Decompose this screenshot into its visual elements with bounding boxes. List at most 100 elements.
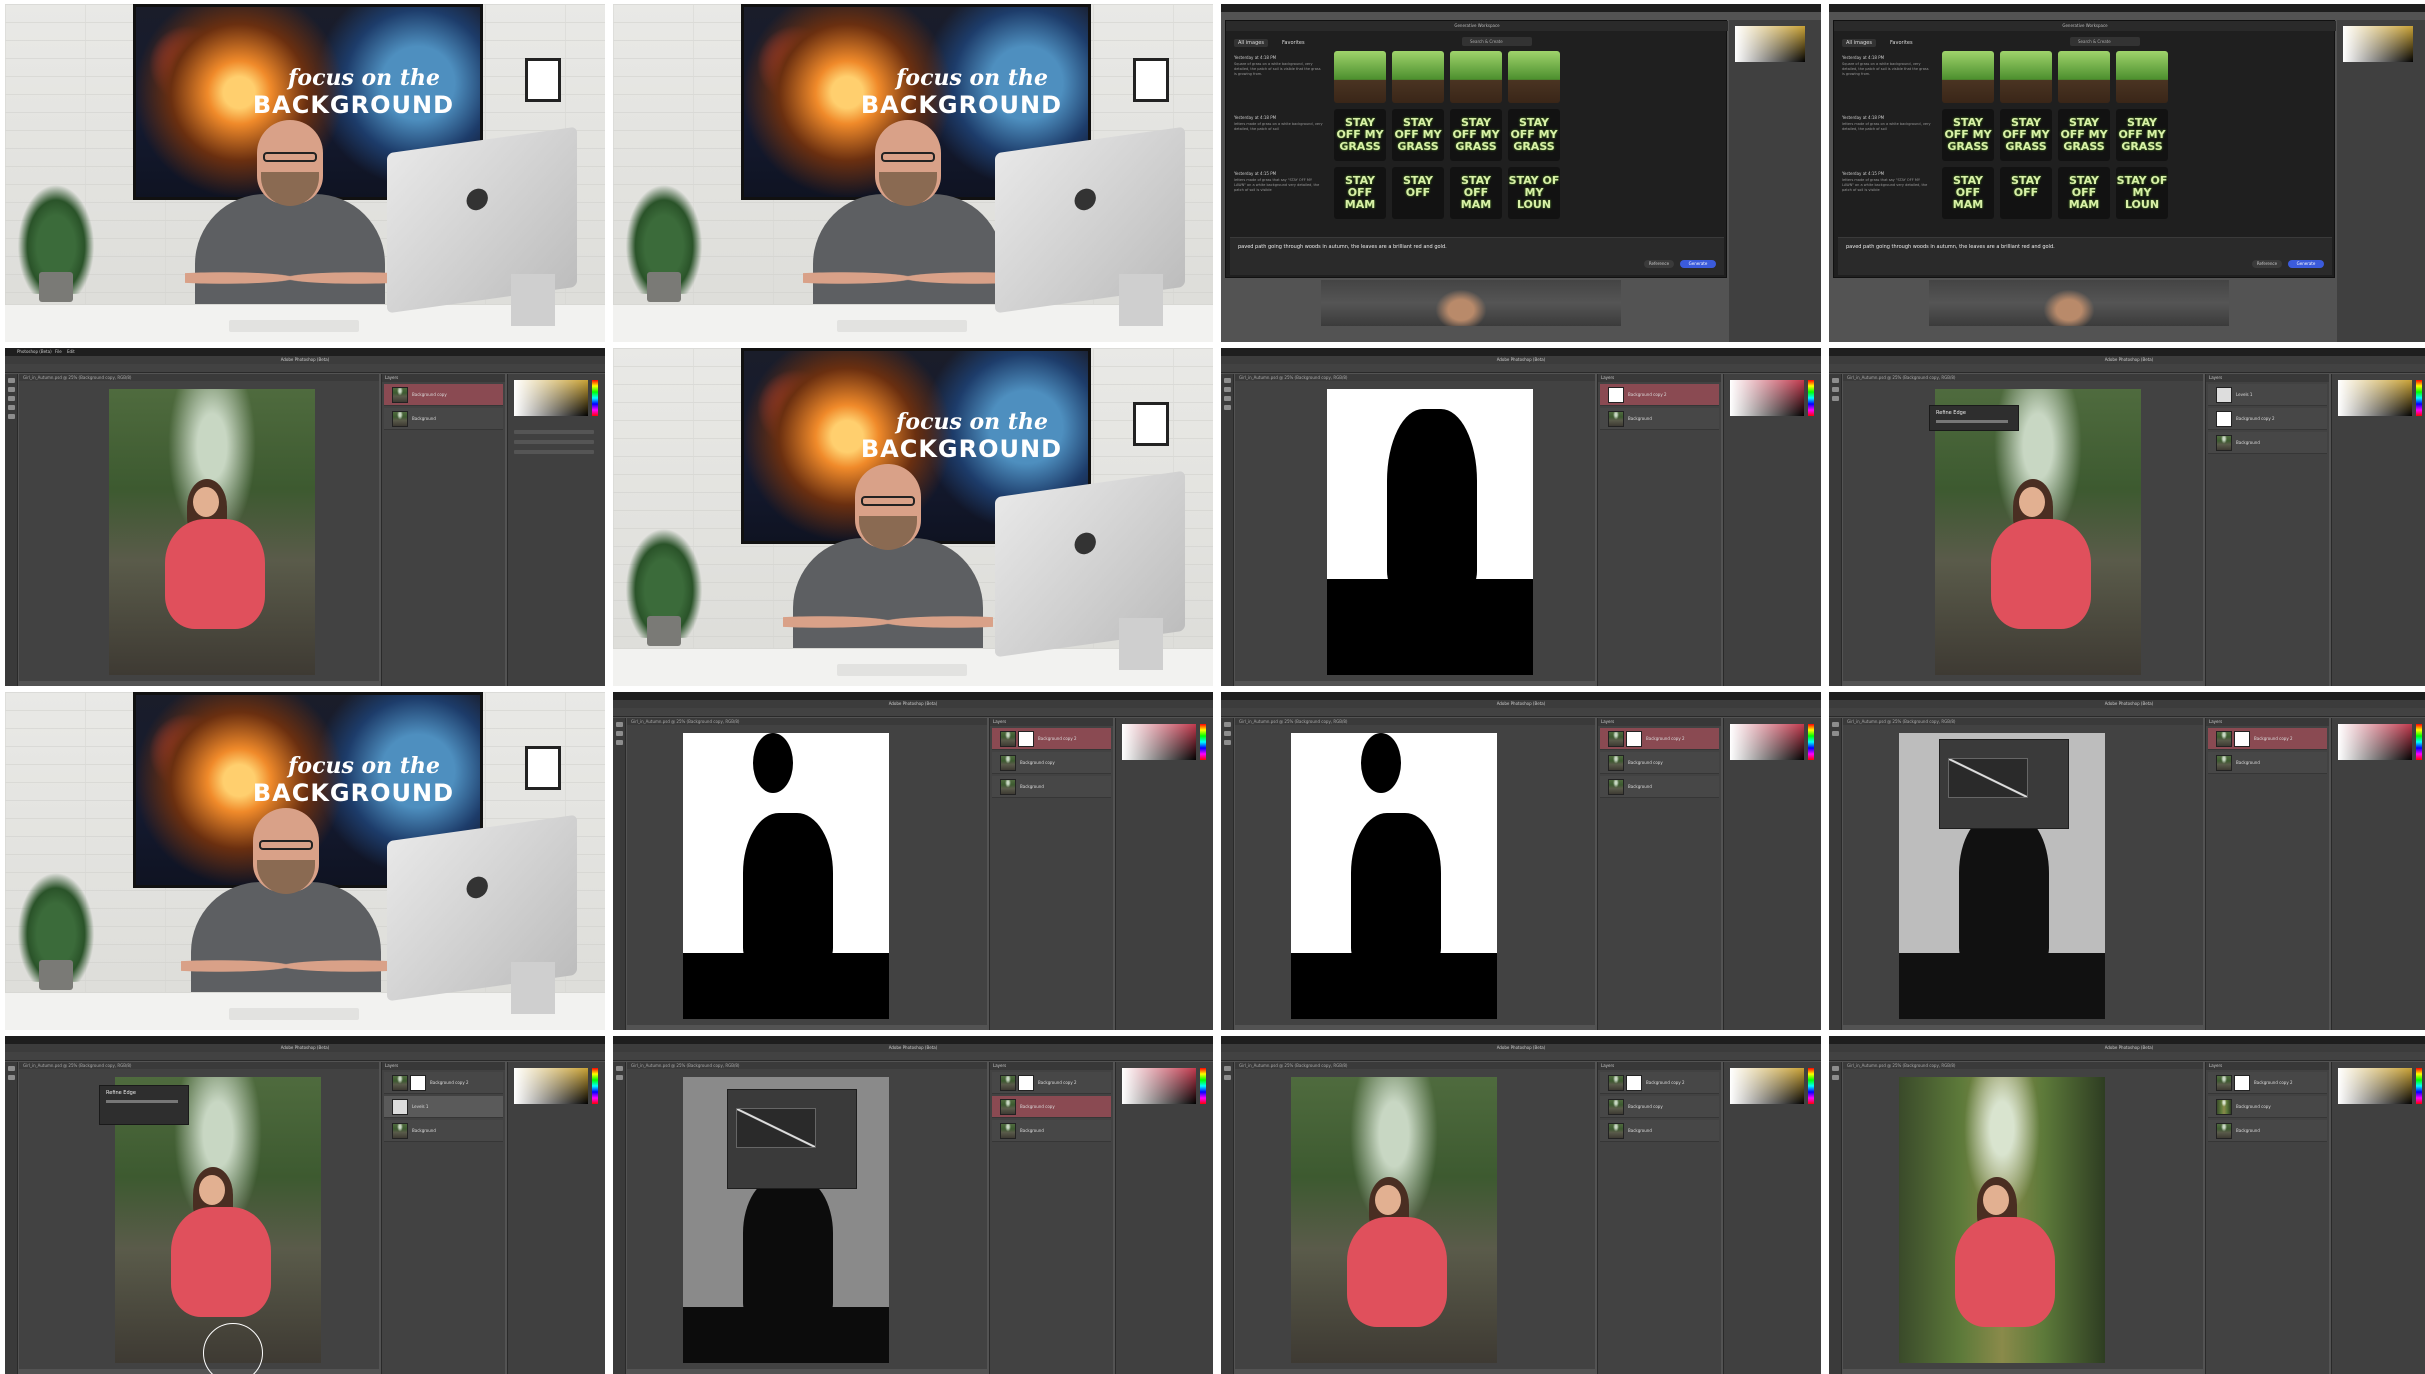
marquee-tool-icon[interactable] bbox=[7, 387, 15, 392]
sign-image[interactable]: STAY OFF MY GRASS bbox=[1450, 109, 1502, 161]
reference-button[interactable]: Reference bbox=[1644, 260, 1674, 268]
layer-row[interactable]: Background copy 2 bbox=[1600, 384, 1719, 406]
canvas-area[interactable] bbox=[1235, 1069, 1595, 1369]
frame-studio-1[interactable]: focus on the BACKGROUND ● bbox=[5, 4, 605, 342]
grass-image[interactable] bbox=[2116, 51, 2168, 103]
color-picker[interactable] bbox=[1122, 724, 1196, 760]
levels-dialog[interactable] bbox=[727, 1089, 857, 1189]
tab-all-images[interactable]: All images bbox=[1234, 39, 1268, 47]
sign-image[interactable]: STAY OFF MY GRASS bbox=[1508, 109, 1560, 161]
frame-photoshop-curves[interactable]: Adobe Photoshop (Beta) Girl_in_Autumn.ps… bbox=[1829, 692, 2425, 1030]
grass-image[interactable] bbox=[2000, 51, 2052, 103]
eraser-tool-icon[interactable] bbox=[7, 414, 15, 419]
histogram[interactable] bbox=[736, 1108, 816, 1148]
hue-slider[interactable] bbox=[2416, 724, 2422, 760]
tab-favorites[interactable]: Favorites bbox=[1886, 39, 1917, 47]
layer-row[interactable]: Background copy 2 bbox=[992, 728, 1111, 750]
canvas-area[interactable] bbox=[19, 381, 379, 681]
history-entry[interactable]: Yesterday at 4:18 PM letters made of gra… bbox=[1842, 115, 1932, 132]
sign-image[interactable]: STAY OFF MY GRASS bbox=[1334, 109, 1386, 161]
sign-image[interactable]: STAY OFF MY GRASS bbox=[2058, 109, 2110, 161]
layer-row[interactable]: Background copy 2 bbox=[1600, 1072, 1719, 1094]
grass-image[interactable] bbox=[1450, 51, 1502, 103]
layer-row[interactable]: Background bbox=[1600, 776, 1719, 798]
frame-studio-4[interactable]: focus on the BACKGROUND ● bbox=[5, 692, 605, 1030]
color-picker[interactable] bbox=[1735, 26, 1805, 62]
brush-tool-icon[interactable] bbox=[1223, 405, 1231, 410]
layer-row[interactable]: Background bbox=[1600, 1120, 1719, 1142]
frame-generative-workspace-2[interactable]: Generative Workspace All images Favorite… bbox=[1829, 4, 2425, 342]
color-picker[interactable] bbox=[2338, 1068, 2412, 1104]
frame-generative-workspace-1[interactable]: Generative Workspace All images Favorite… bbox=[1221, 4, 1821, 342]
document-tab[interactable]: Girl_in_Autumn.psd @ 25% (Background cop… bbox=[19, 374, 379, 381]
lasso-tool-icon[interactable] bbox=[1223, 396, 1231, 401]
lasso-tool-icon[interactable] bbox=[615, 1075, 623, 1080]
photo-canvas[interactable] bbox=[1291, 1077, 1497, 1363]
lasso-tool-icon[interactable] bbox=[1223, 731, 1231, 736]
move-tool-icon[interactable] bbox=[1223, 722, 1231, 727]
layer-row[interactable]: Background copy 2 bbox=[1600, 728, 1719, 750]
layer-row[interactable]: Background copy bbox=[1600, 752, 1719, 774]
color-picker[interactable] bbox=[1730, 380, 1804, 416]
move-tool-icon[interactable] bbox=[7, 378, 15, 383]
sign-image[interactable]: STAY OFF MY GRASS bbox=[2116, 109, 2168, 161]
frame-photoshop-mask[interactable]: Adobe Photoshop (Beta) Girl_in_Autumn.ps… bbox=[1221, 348, 1821, 686]
brush-tool-icon[interactable] bbox=[615, 740, 623, 745]
color-picker[interactable] bbox=[514, 1068, 588, 1104]
layer-row[interactable]: Background bbox=[1600, 408, 1719, 430]
document-tab[interactable]: Girl_in_Autumn.psd @ 25% (Background cop… bbox=[1235, 1062, 1595, 1069]
lasso-tool-icon[interactable] bbox=[615, 731, 623, 736]
tab-all-images[interactable]: All images bbox=[1842, 39, 1876, 47]
sign-image[interactable]: STAY OFF MY GRASS bbox=[2000, 109, 2052, 161]
move-tool-icon[interactable] bbox=[1223, 1066, 1231, 1071]
layer-row[interactable]: Background copy 2 bbox=[992, 1072, 1111, 1094]
grass-image[interactable] bbox=[1942, 51, 1994, 103]
layer-row[interactable]: Levels 1 bbox=[2208, 384, 2327, 406]
frame-photoshop-brush[interactable]: Adobe Photoshop (Beta) Girl_in_Autumn.ps… bbox=[5, 1036, 605, 1374]
color-picker[interactable] bbox=[2338, 724, 2412, 760]
move-tool-icon[interactable] bbox=[615, 1066, 623, 1071]
grass-image[interactable] bbox=[1392, 51, 1444, 103]
canvas-area[interactable] bbox=[1843, 725, 2203, 1025]
layer-row[interactable]: Background copy 2 bbox=[2208, 1072, 2327, 1094]
move-tool-icon[interactable] bbox=[615, 722, 623, 727]
generate-button[interactable]: Generate bbox=[1680, 260, 1716, 268]
document-tab[interactable]: Girl_in_Autumn.psd @ 25% (Background cop… bbox=[627, 1062, 987, 1069]
canvas-area[interactable] bbox=[1843, 1069, 2203, 1369]
layer-row[interactable]: Background copy bbox=[992, 752, 1111, 774]
layer-row[interactable]: Background bbox=[2208, 752, 2327, 774]
generate-button[interactable]: Generate bbox=[2288, 260, 2324, 268]
lasso-tool-icon[interactable] bbox=[7, 396, 15, 401]
canvas-area[interactable] bbox=[627, 725, 987, 1025]
canvas-area[interactable] bbox=[1235, 381, 1595, 681]
mask-canvas[interactable] bbox=[1291, 733, 1497, 1019]
color-picker[interactable] bbox=[514, 380, 588, 416]
color-picker[interactable] bbox=[2343, 26, 2413, 62]
document-tab[interactable]: Girl_in_Autumn.psd @ 25% (Background cop… bbox=[1843, 718, 2203, 725]
history-entry[interactable]: Yesterday at 4:15 PM letters made of gra… bbox=[1234, 171, 1324, 193]
sign-image[interactable]: STAY OFF bbox=[1392, 167, 1444, 219]
move-tool-icon[interactable] bbox=[1831, 722, 1839, 727]
layer-row[interactable]: Background bbox=[2208, 432, 2327, 454]
frame-photoshop-color[interactable]: Photoshop (Beta) File Edit Adobe Photosh… bbox=[5, 348, 605, 686]
color-picker[interactable] bbox=[1730, 724, 1804, 760]
color-picker[interactable] bbox=[1122, 1068, 1196, 1104]
history-entry[interactable]: Yesterday at 4:15 PM letters made of gra… bbox=[1842, 171, 1932, 193]
sign-image[interactable]: STAY OFF MY GRASS bbox=[1942, 109, 1994, 161]
search-input[interactable]: Search & Create bbox=[1462, 37, 1532, 46]
lasso-tool-icon[interactable] bbox=[1831, 1075, 1839, 1080]
brush-tool-icon[interactable] bbox=[1223, 740, 1231, 745]
layer-row[interactable]: Background bbox=[992, 776, 1111, 798]
curve-graph[interactable] bbox=[1948, 758, 2028, 798]
marquee-tool-icon[interactable] bbox=[1831, 387, 1839, 392]
hue-slider[interactable] bbox=[1808, 724, 1814, 760]
frame-photoshop-tooltip[interactable]: Adobe Photoshop (Beta) Girl_in_Autumn.ps… bbox=[1829, 348, 2425, 686]
layer-row[interactable]: Background copy 2 bbox=[2208, 728, 2327, 750]
document-tab[interactable]: Girl_in_Autumn.psd @ 25% (Background cop… bbox=[19, 1062, 379, 1069]
sign-image[interactable]: STAY OFF bbox=[2000, 167, 2052, 219]
hue-slider[interactable] bbox=[1808, 380, 1814, 416]
document-tab[interactable]: Girl_in_Autumn.psd @ 25% (Background cop… bbox=[1843, 1062, 2203, 1069]
prompt-text[interactable]: paved path going through woods in autumn… bbox=[1846, 244, 2055, 250]
grass-image[interactable] bbox=[1334, 51, 1386, 103]
history-entry[interactable]: Yesterday at 4:18 PM letters made of gra… bbox=[1234, 115, 1324, 132]
